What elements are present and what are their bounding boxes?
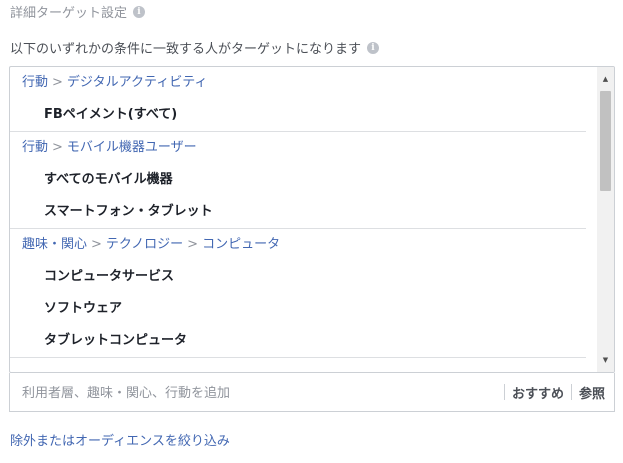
targeting-item[interactable]: すべてのモバイル機器 bbox=[10, 164, 586, 196]
divider bbox=[503, 384, 505, 400]
targeting-item[interactable]: FBペイメント(すべて) bbox=[10, 99, 586, 131]
targeting-subheading: 以下のいずれかの条件に一致する人がターゲットになります i bbox=[10, 38, 380, 57]
exclude-link[interactable]: 除外または bbox=[10, 434, 75, 449]
divider bbox=[570, 384, 572, 400]
breadcrumb-separator: > bbox=[52, 140, 63, 155]
breadcrumb-segment[interactable]: デジタルアクティビティ bbox=[67, 75, 208, 90]
targeting-item[interactable]: ソフトウェア bbox=[10, 293, 586, 325]
heading-title: 詳細ターゲット設定 bbox=[10, 6, 128, 21]
subheading-text: 以下のいずれかの条件に一致する人がターゲットになります bbox=[10, 42, 362, 57]
browse-button[interactable]: 参照 bbox=[579, 383, 605, 402]
category-breadcrumb: 行動 > モバイル機器ユーザー bbox=[10, 132, 586, 164]
narrow-audience-link[interactable]: オーディエンスを絞り込み bbox=[75, 434, 230, 449]
search-actions: おすすめ 参照 bbox=[497, 383, 605, 402]
breadcrumb-separator: > bbox=[52, 75, 63, 90]
scrollbar-thumb[interactable] bbox=[600, 91, 611, 191]
detailed-targeting-heading: 詳細ターゲット設定 i bbox=[10, 2, 146, 21]
targeting-list: 行動 > デジタルアクティビティ FBペイメント(すべて) 行動 > モバイル機器ユーザーす… bbox=[10, 67, 596, 372]
targeting-group: 趣味・関心 > テクノロジー > コンピュータ コンピュータサービス ソフトウェア タブレット… bbox=[10, 229, 586, 358]
targeting-group: 行動 > デジタルアクティビティ FBペイメント(すべて) bbox=[10, 67, 586, 132]
footer: 除外またはオーディエンスを絞り込み bbox=[10, 430, 230, 449]
category-breadcrumb: 趣味・関心 > テクノロジー > コンピュータ bbox=[10, 229, 586, 261]
targeting-search-input[interactable] bbox=[20, 382, 494, 404]
breadcrumb-separator: > bbox=[187, 237, 199, 252]
targeting-selection-box: 行動 > デジタルアクティビティ FBペイメント(すべて) 行動 > モバイル機器ユーザーす… bbox=[9, 66, 615, 373]
info-icon[interactable]: i bbox=[367, 41, 380, 54]
targeting-item[interactable]: スマートフォン・タブレット bbox=[10, 196, 586, 228]
info-icon[interactable]: i bbox=[133, 5, 146, 18]
breadcrumb-segment[interactable]: 行動 bbox=[22, 140, 48, 155]
breadcrumb-segment[interactable]: モバイル機器ユーザー bbox=[67, 140, 197, 155]
category-breadcrumb: 行動 > デジタルアクティビティ bbox=[10, 67, 586, 99]
breadcrumb-segment[interactable]: 趣味・関心 bbox=[22, 237, 87, 252]
breadcrumb-separator: > bbox=[91, 237, 102, 252]
targeting-item[interactable]: コンピュータサービス bbox=[10, 261, 586, 293]
breadcrumb-segment[interactable]: テクノロジー bbox=[106, 237, 183, 252]
breadcrumb-segment[interactable]: コンピュータ bbox=[202, 237, 280, 252]
scroll-up-icon[interactable]: ▲ bbox=[597, 71, 614, 87]
targeting-search-bar: おすすめ 参照 bbox=[9, 373, 615, 412]
vertical-scrollbar[interactable]: ▲ ▼ bbox=[597, 67, 614, 372]
scroll-down-icon[interactable]: ▼ bbox=[597, 352, 614, 368]
targeting-group: 行動 > モバイル機器ユーザーすべてのモバイル機器 スマートフォン・タブレット bbox=[10, 132, 586, 229]
targeting-item[interactable]: タブレットコンピュータ bbox=[10, 325, 586, 357]
breadcrumb-segment[interactable]: 行動 bbox=[22, 75, 48, 90]
recommend-button[interactable]: おすすめ bbox=[512, 383, 564, 402]
